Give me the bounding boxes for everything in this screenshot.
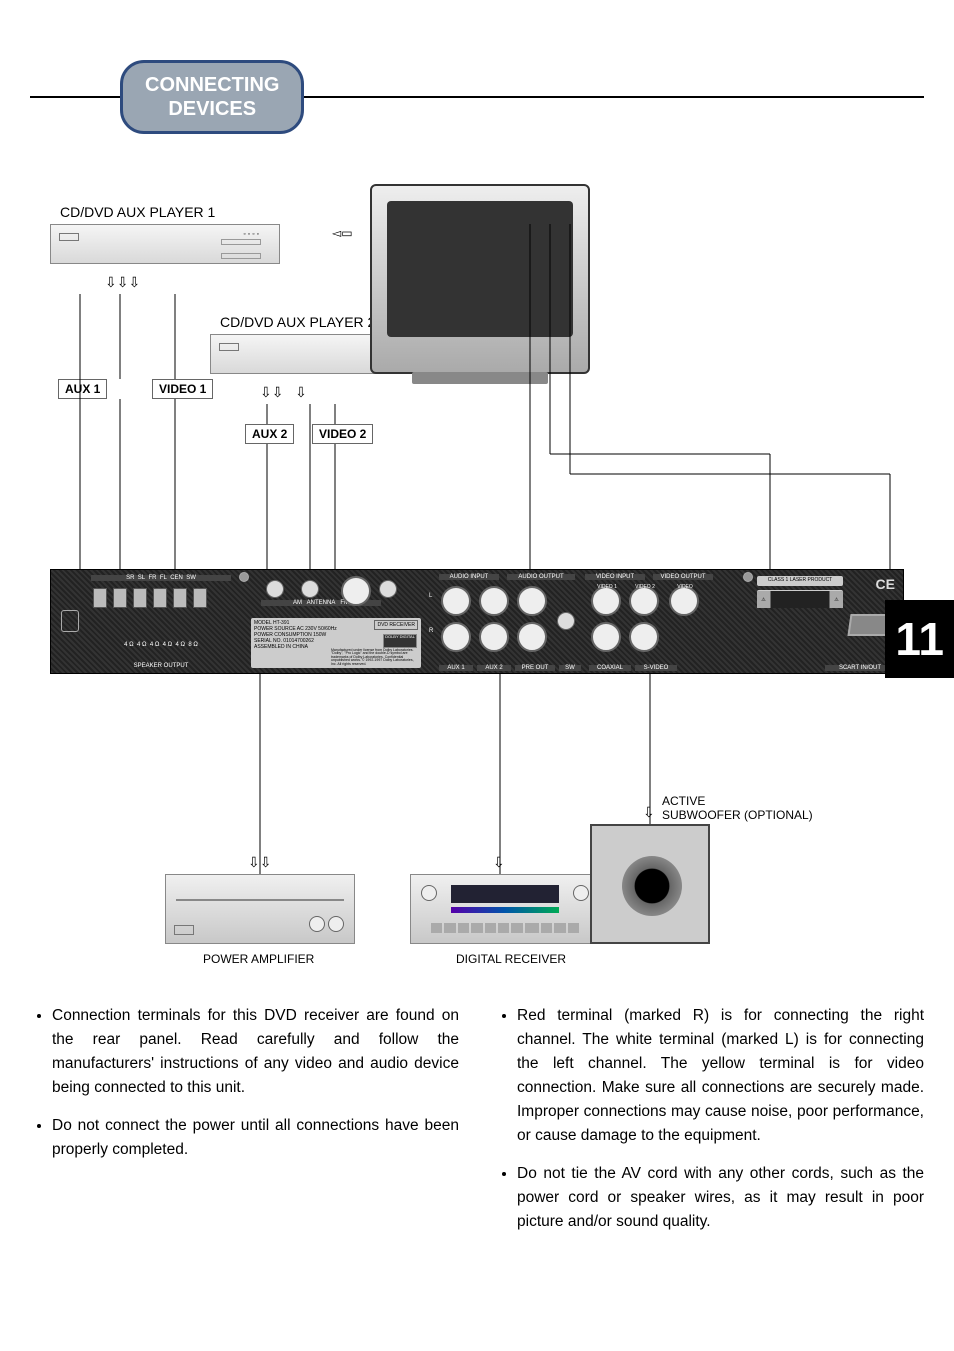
dolby-logo: DOLBY DIGITAL <box>383 634 417 648</box>
bullet-left-1: Do not connect the power until all conne… <box>52 1114 459 1162</box>
jack-sw-rear: SW <box>559 665 581 671</box>
connection-diagram: CD/DVD AUX PLAYER 1 ◦ ◦ ◦ ◦ ⇩⇩⇩ CD/DVD A… <box>30 174 924 974</box>
badge-line1: CONNECTING <box>145 74 279 96</box>
digital-receiver-label: DIGITAL RECEIVER <box>456 952 566 966</box>
power-amplifier <box>165 874 355 944</box>
section-badge: CONNECTING DEVICES <box>120 60 304 134</box>
speaker-cone-icon <box>622 856 682 916</box>
aux-player-1-label: CD/DVD AUX PLAYER 1 <box>60 204 215 220</box>
jack-preout-rear: PRE OUT <box>515 665 555 671</box>
jack-aux2: AUX 2 <box>245 424 294 444</box>
l-marker: L <box>429 593 432 599</box>
r-marker: R <box>429 628 433 634</box>
warning-triangle-icon: ⚠ <box>757 591 771 608</box>
plug-icon: ⇩ <box>493 854 505 871</box>
plug-icon: ⇩⇩ ⇩ <box>260 384 307 401</box>
laser-warning: CLASS 1 LASER PRODUCT <box>757 576 843 586</box>
active-subwoofer <box>590 824 710 944</box>
video-output-header: VIDEO OUTPUT <box>653 574 713 580</box>
bullet-right-1: Do not tie the AV cord with any other co… <box>517 1162 924 1234</box>
video1-rear-label: VIDEO 1 <box>591 584 623 590</box>
aux-player-1: ◦ ◦ ◦ ◦ <box>50 224 280 264</box>
plug-icon: ⇩⇩⇩ <box>105 274 140 291</box>
ce-mark-icon: CE <box>876 576 895 592</box>
speaker-terminals-header: SR SL FR FL CEN SW <box>91 575 231 581</box>
jack-svideo-rear: S-VIDEO <box>635 665 677 671</box>
legal-text: Manufactured under license from Dolby La… <box>331 649 417 667</box>
bullet-right-0: Red terminal (marked R) is for connectin… <box>517 1004 924 1148</box>
video-out-rear-label: VIDEO <box>669 584 701 590</box>
jack-aux2-rear: AUX 2 <box>477 665 511 671</box>
badge-line2: DEVICES <box>168 98 256 120</box>
section-header: CONNECTING DEVICES <box>30 60 924 134</box>
aux-player-2-label: CD/DVD AUX PLAYER 2 <box>220 314 375 330</box>
jack-aux1: AUX 1 <box>58 379 107 399</box>
plug-icon: ⇩⇩ <box>248 854 271 871</box>
jack-aux1-rear: AUX 1 <box>439 665 473 671</box>
instruction-text: Connection terminals for this DVD receiv… <box>30 1004 924 1248</box>
spec-plate: DVD RECEIVER MODEL HT-391 POWER SOURCE A… <box>251 618 421 668</box>
video2-rear-label: VIDEO 2 <box>629 584 661 590</box>
speaker-output-label: SPEAKER OUTPUT <box>91 663 231 669</box>
subwoofer-label: ACTIVE SUBWOOFER (OPTIONAL) <box>662 794 813 822</box>
page-number: 11 <box>885 600 954 678</box>
jack-video1: VIDEO 1 <box>152 379 213 399</box>
jack-coaxial-rear: COAXIAL <box>589 665 631 671</box>
power-amplifier-label: POWER AMPLIFIER <box>203 952 314 966</box>
television: ◅▭ <box>370 184 590 374</box>
audio-input-header: AUDIO INPUT <box>439 574 499 580</box>
shock-triangle-icon: ⚠ <box>829 591 843 608</box>
impedance-row: 4 Ω 4 Ω 4 Ω 4 Ω 4 Ω 8 Ω <box>91 642 231 648</box>
jack-video2: VIDEO 2 <box>312 424 373 444</box>
digital-receiver <box>410 874 600 944</box>
bullet-left-0: Connection terminals for this DVD receiv… <box>52 1004 459 1100</box>
video-input-header: VIDEO INPUT <box>585 574 645 580</box>
receiver-rear-panel: SR SL FR FL CEN SW SPEAKER OUTPUT 4 Ω 4 … <box>50 569 904 674</box>
audio-output-header: AUDIO OUTPUT <box>507 574 575 580</box>
plug-icon: ⇩ <box>643 804 655 821</box>
